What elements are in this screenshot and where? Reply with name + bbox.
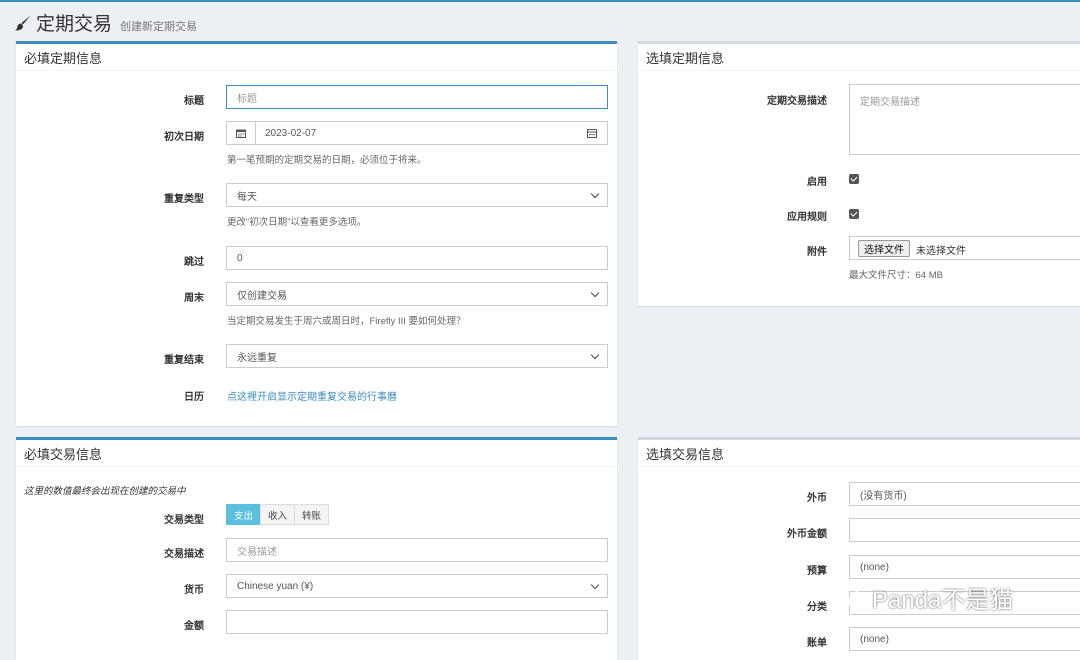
- calendar-addon: [227, 122, 256, 144]
- attachments-help: 最大文件尺寸：64 MB: [849, 270, 943, 281]
- active-checkbox[interactable]: [849, 174, 859, 184]
- currency-select[interactable]: Chinese yuan (¥): [226, 574, 608, 598]
- attachments-label: 附件: [807, 247, 827, 258]
- optional-recurrence-box: 选填定期信息 定期交易描述 定期交易描述 启用 应用规则 附件 选择文件 未选择…: [638, 41, 1080, 306]
- skip-label: 跳过: [184, 257, 204, 268]
- paintbrush-icon: [15, 15, 31, 30]
- calendar-label: 日历: [184, 392, 204, 403]
- transaction-type-label: 交易类型: [164, 515, 204, 526]
- box-title: 必填交易信息: [24, 446, 103, 462]
- calendar-icon: [236, 129, 246, 138]
- attachments-input[interactable]: 选择文件 未选择文件: [849, 236, 1080, 260]
- repeat-type-help: 更改“初次日期”以查看更多选项。: [227, 217, 367, 228]
- box-header: 选填交易信息: [638, 440, 1080, 467]
- optional-transaction-box: 选填交易信息 外币 (没有货币) 外币金额 预算 (none) 分类 账单 (n…: [638, 437, 1080, 660]
- transaction-type-group: 支出 收入 转账: [226, 504, 330, 525]
- calendar-link[interactable]: 点这裡开启显示定期重复交易的行事曆: [227, 388, 397, 403]
- first-date-input[interactable]: 2023-02-07: [226, 121, 608, 145]
- repeat-type-select[interactable]: 每天: [226, 183, 608, 207]
- page-subtitle: 创建新定期交易: [120, 21, 198, 33]
- weekend-select[interactable]: 仅创建交易: [226, 282, 608, 306]
- title-input[interactable]: 标题: [226, 85, 608, 109]
- first-date-help: 第一笔预期的定期交易的日期，必须位于将来。: [227, 155, 427, 166]
- title-label: 标题: [184, 96, 204, 107]
- budget-select[interactable]: (none): [849, 555, 1080, 579]
- choose-file-button[interactable]: 选择文件: [858, 240, 910, 257]
- type-transfer-button[interactable]: 转账: [294, 504, 330, 525]
- recurrence-description-label: 定期交易描述: [767, 96, 827, 107]
- box-header: 必填交易信息: [16, 440, 617, 467]
- first-date-value: 2023-02-07: [265, 127, 317, 139]
- apply-rules-label: 应用规则: [787, 212, 827, 223]
- date-picker-icon[interactable]: [587, 129, 597, 138]
- watermark: Panda不是猫: [838, 580, 1013, 615]
- budget-label: 预算: [807, 566, 827, 577]
- watermark-text: Panda不是猫: [872, 587, 1014, 614]
- no-file-text: 未选择文件: [916, 246, 966, 257]
- repeat-type-value: 每天: [237, 191, 257, 203]
- skip-input[interactable]: 0: [226, 246, 608, 270]
- foreign-amount-label: 外币金额: [787, 529, 827, 540]
- active-label: 启用: [807, 177, 827, 188]
- currency-value: Chinese yuan (¥): [237, 580, 314, 592]
- box-title: 必填定期信息: [24, 50, 103, 66]
- recurrence-description-textarea[interactable]: 定期交易描述: [849, 84, 1080, 155]
- repeat-end-select[interactable]: 永远重复: [226, 344, 608, 368]
- budget-value: (none): [860, 561, 889, 573]
- transaction-description-label: 交易描述: [164, 549, 204, 560]
- weekend-value: 仅创建交易: [237, 290, 287, 302]
- apply-rules-checkbox[interactable]: [849, 209, 859, 219]
- bill-select[interactable]: (none): [849, 627, 1080, 651]
- currency-label: 货币: [184, 585, 204, 596]
- amount-label: 金额: [184, 621, 204, 632]
- repeat-type-label: 重复类型: [164, 194, 204, 205]
- first-date-label: 初次日期: [164, 132, 204, 143]
- box-header: 选填定期信息: [638, 44, 1080, 71]
- amount-input[interactable]: [226, 610, 608, 634]
- page-header: 定期交易 创建新定期交易: [14, 9, 197, 36]
- category-label: 分类: [807, 602, 827, 613]
- top-accent-line: [0, 0, 1080, 2]
- transaction-description-input[interactable]: 交易描述: [226, 538, 608, 562]
- foreign-currency-label: 外币: [807, 493, 827, 504]
- weekend-help: 当定期交易发生于周六或周日时，Firefly III 要如何处理？: [227, 316, 466, 327]
- repeat-end-label: 重复结束: [164, 355, 204, 366]
- box-title: 选填定期信息: [646, 50, 725, 66]
- wechat-icon: [838, 586, 867, 608]
- repeat-end-value: 永远重复: [237, 352, 277, 364]
- bill-label: 账单: [807, 638, 827, 649]
- type-withdrawal-button[interactable]: 支出: [226, 504, 262, 525]
- foreign-amount-input[interactable]: [849, 518, 1080, 542]
- box-header: 必填定期信息: [16, 44, 617, 71]
- box-title: 选填交易信息: [646, 446, 725, 462]
- weekend-label: 周末: [184, 293, 204, 304]
- foreign-currency-select[interactable]: (没有货币): [849, 482, 1080, 506]
- required-transaction-box: 必填交易信息 这里的数值最终会出现在创建的交易中 交易类型 支出 收入 转账 交…: [16, 437, 617, 660]
- type-deposit-button[interactable]: 收入: [260, 504, 296, 525]
- foreign-currency-value: (没有货币): [860, 490, 907, 502]
- page-title: 定期交易: [36, 14, 113, 35]
- required-recurrence-box: 必填定期信息 标题 标题 初次日期 2023-02-07 第一笔预期的定期交易的…: [16, 41, 617, 426]
- transaction-note: 这里的数值最终会出现在创建的交易中: [24, 486, 186, 497]
